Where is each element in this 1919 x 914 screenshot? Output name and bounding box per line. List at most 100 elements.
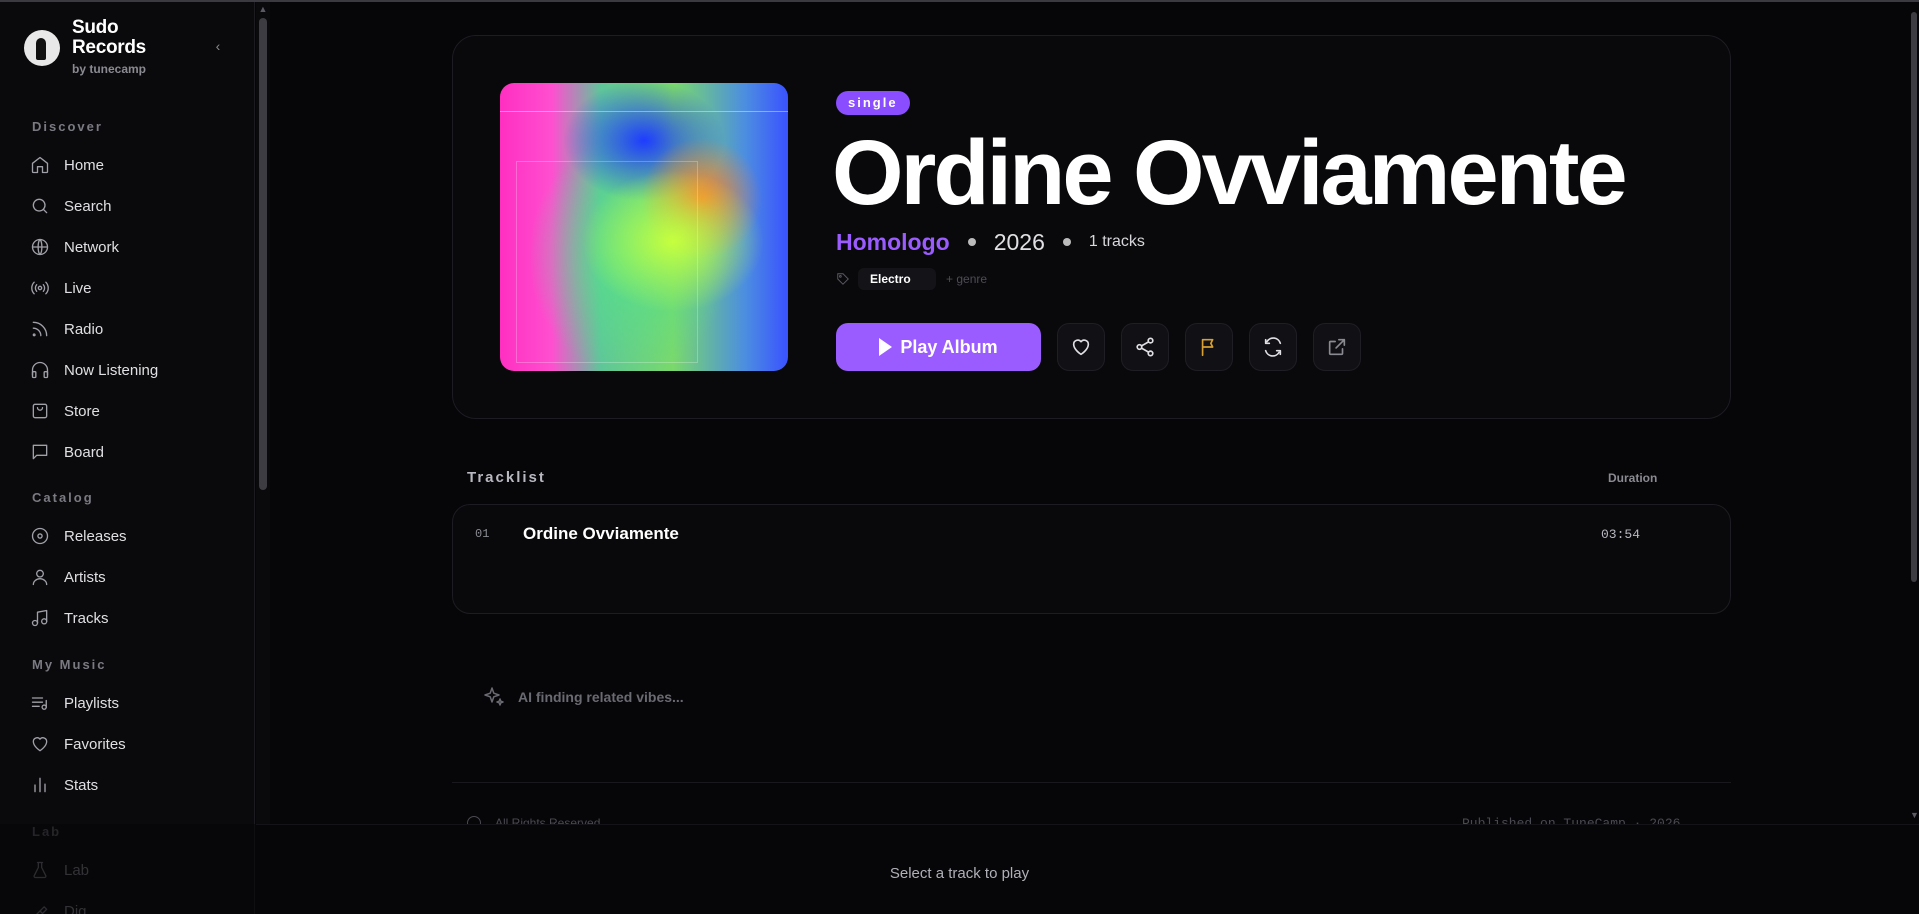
artist-link[interactable]: Homologo: [836, 229, 950, 256]
broadcast-icon: [31, 281, 49, 295]
globe-icon: [31, 238, 49, 256]
track-duration: 03:54: [1601, 527, 1641, 542]
sidebar-item-label: Home: [64, 156, 105, 174]
sidebar-item-search[interactable]: Search: [30, 191, 240, 221]
track-row[interactable]: 01 Ordine Ovviamente 03:54: [453, 520, 1730, 550]
share-button[interactable]: [1121, 323, 1169, 371]
playlist-icon: [31, 697, 47, 710]
brand-name: Sudo Records: [72, 17, 146, 58]
sidebar-item-now-listening[interactable]: Now Listening: [30, 355, 240, 385]
album-meta: Homologo 2026 1 tracks: [836, 226, 1145, 258]
sidebar-item-label: Releases: [64, 527, 127, 545]
sidebar-item-label: Favorites: [64, 735, 126, 753]
heart-icon: [1072, 339, 1090, 356]
external-link-button[interactable]: [1313, 323, 1361, 371]
player-bar: Select a track to play: [256, 824, 1919, 914]
rss-icon: [32, 321, 48, 337]
user-icon: [32, 569, 48, 586]
sidebar-item-artists[interactable]: Artists: [30, 562, 240, 592]
sidebar-item-stats[interactable]: Stats: [30, 770, 240, 800]
album-title: Ordine Ovviamente: [832, 122, 1628, 224]
message-square-icon: [32, 444, 48, 460]
section-title-my-music: My Music: [32, 657, 107, 672]
sidebar-item-label: Playlists: [64, 694, 120, 712]
sidebar-item-label: Radio: [64, 320, 104, 338]
tracklist-title: Tracklist: [467, 469, 546, 486]
genre-list: Electro + genre: [836, 268, 987, 290]
brand-logo: [24, 30, 60, 66]
sync-button[interactable]: [1249, 323, 1297, 371]
sidebar-item-label: Board: [64, 443, 105, 461]
ai-status-label: AI finding related vibes...: [518, 689, 684, 705]
sidebar-item-board[interactable]: Board: [30, 437, 240, 467]
album-actions: Play Album: [836, 323, 1361, 371]
scroll-up-arrow-icon[interactable]: ▲: [258, 4, 268, 14]
flag-icon: [1201, 338, 1214, 357]
sidebar-item-label: Now Listening: [64, 361, 159, 379]
refresh-icon: [1264, 337, 1282, 357]
sidebar-item-dig[interactable]: Dig: [30, 896, 240, 914]
sidebar: Sudo Records by tunecamp ‹ Discover Home…: [0, 2, 255, 914]
sparkles-icon: [484, 687, 504, 706]
music-note-icon: [31, 609, 48, 627]
search-icon: [32, 198, 48, 214]
sidebar-item-label: Live: [64, 279, 92, 297]
sidebar-item-label: Store: [64, 402, 100, 420]
sidebar-item-live[interactable]: Live: [30, 273, 240, 303]
track-title: Ordine Ovviamente: [523, 524, 679, 543]
duration-header: Duration: [1608, 471, 1658, 485]
shopping-bag-icon: [32, 403, 48, 419]
sidebar-item-label: Lab: [64, 861, 90, 879]
play-album-label: Play Album: [900, 336, 998, 357]
chevron-left-icon[interactable]: ‹: [210, 38, 226, 54]
sidebar-item-network[interactable]: Network: [30, 232, 240, 262]
share-icon: [1136, 337, 1154, 357]
section-title-lab: Lab: [32, 824, 62, 839]
sidebar-item-releases[interactable]: Releases: [30, 521, 240, 551]
flask-icon: [33, 861, 47, 879]
sidebar-item-store[interactable]: Store: [30, 396, 240, 426]
album-cover: [500, 83, 788, 371]
release-type-badge: single: [836, 91, 910, 115]
disc-icon: [31, 527, 49, 545]
sidebar-item-playlists[interactable]: Playlists: [30, 688, 240, 718]
shovel-icon: [36, 906, 48, 914]
external-link-icon: [1328, 338, 1346, 356]
favorite-button[interactable]: [1057, 323, 1105, 371]
home-icon: [31, 156, 49, 174]
track-count: 1 tracks: [1088, 233, 1145, 250]
separator-dot: [967, 238, 976, 246]
bar-chart-icon: [34, 777, 46, 793]
scroll-down-arrow-icon[interactable]: ▼: [1910, 810, 1919, 820]
window-top-border: [0, 0, 1919, 2]
tag-icon: [837, 273, 849, 285]
sidebar-scrollbar-thumb[interactable]: [259, 18, 267, 490]
sidebar-item-label: Search: [64, 197, 112, 215]
brand[interactable]: Sudo Records by tunecamp: [24, 18, 162, 76]
section-title-discover: Discover: [32, 119, 103, 134]
footer-divider: [452, 782, 1731, 783]
player-empty-message: Select a track to play: [889, 865, 1030, 882]
track-number: 01: [475, 527, 490, 541]
sidebar-item-label: Stats: [64, 776, 99, 794]
sidebar-item-lab[interactable]: Lab: [30, 855, 240, 885]
play-album-button[interactable]: Play Album: [836, 323, 1041, 371]
play-icon: [879, 338, 893, 356]
genre-chip[interactable]: Electro: [858, 268, 936, 290]
sidebar-item-label: Network: [64, 238, 120, 256]
sidebar-item-home[interactable]: Home: [30, 150, 240, 180]
add-genre-button[interactable]: + genre: [946, 272, 987, 286]
main-scrollbar-thumb[interactable]: [1911, 12, 1917, 582]
separator-dot: [1062, 238, 1071, 246]
sidebar-item-tracks[interactable]: Tracks: [30, 603, 240, 633]
section-title-catalog: Catalog: [32, 490, 94, 505]
heart-icon: [32, 737, 48, 752]
report-button[interactable]: [1185, 323, 1233, 371]
sidebar-item-label: Dig: [64, 902, 87, 914]
sidebar-item-label: Tracks: [64, 609, 109, 627]
sidebar-item-favorites[interactable]: Favorites: [30, 729, 240, 759]
sidebar-item-radio[interactable]: Radio: [30, 314, 240, 344]
ai-related-status: AI finding related vibes...: [482, 685, 684, 709]
brand-subtitle: by tunecamp: [72, 62, 147, 76]
release-year: 2026: [993, 228, 1045, 255]
